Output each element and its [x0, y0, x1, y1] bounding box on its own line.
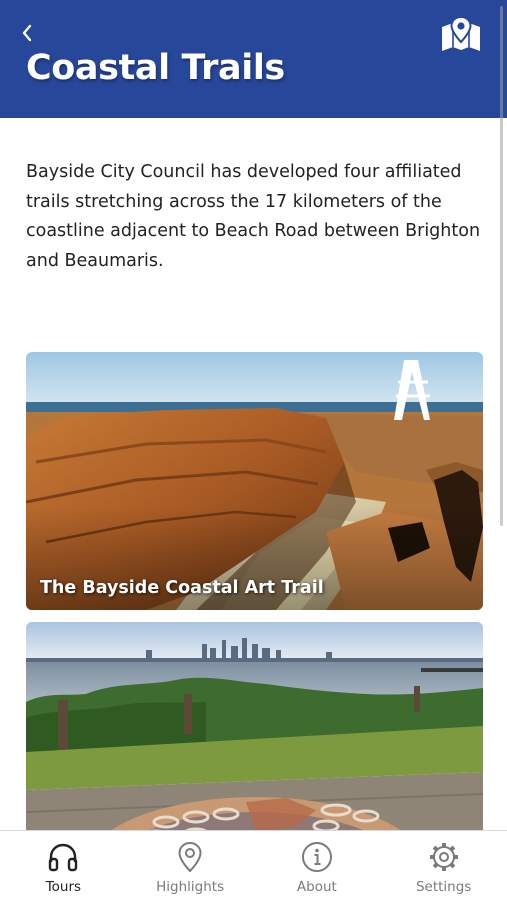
trail-card-label: The Bayside Coastal Art Trail: [40, 578, 324, 598]
intro-text: Bayside City Council has developed four …: [26, 162, 481, 271]
page-title: Coastal Trails: [26, 48, 285, 88]
location-pin-icon: [173, 840, 207, 874]
tab-label: Highlights: [156, 879, 225, 895]
header-bar: Coastal Trails: [0, 0, 507, 118]
map-pin-icon: [442, 15, 480, 51]
tab-label: Settings: [415, 879, 472, 895]
tab-about[interactable]: About: [254, 831, 381, 900]
gear-icon: [427, 840, 461, 874]
trail-image-rocky-shore: [26, 352, 483, 610]
tab-label: About: [296, 879, 337, 895]
back-button[interactable]: [14, 20, 40, 46]
scroll-indicator[interactable]: [500, 6, 503, 526]
headphones-icon: [46, 840, 80, 874]
info-icon: [300, 840, 334, 874]
trail-card-coastal-art[interactable]: The Bayside Coastal Art Trail: [26, 352, 483, 610]
tab-highlights[interactable]: Highlights: [127, 831, 254, 900]
map-button[interactable]: [438, 14, 484, 54]
app-screen: Coastal Trails Bayside City Council has …: [0, 0, 507, 900]
tab-tours[interactable]: Tours: [0, 831, 127, 900]
tab-settings[interactable]: Settings: [380, 831, 507, 900]
bottom-tab-bar: Tours Highlights About Settings: [0, 830, 507, 900]
tab-label: Tours: [45, 879, 82, 895]
chevron-left-icon: [22, 24, 32, 42]
